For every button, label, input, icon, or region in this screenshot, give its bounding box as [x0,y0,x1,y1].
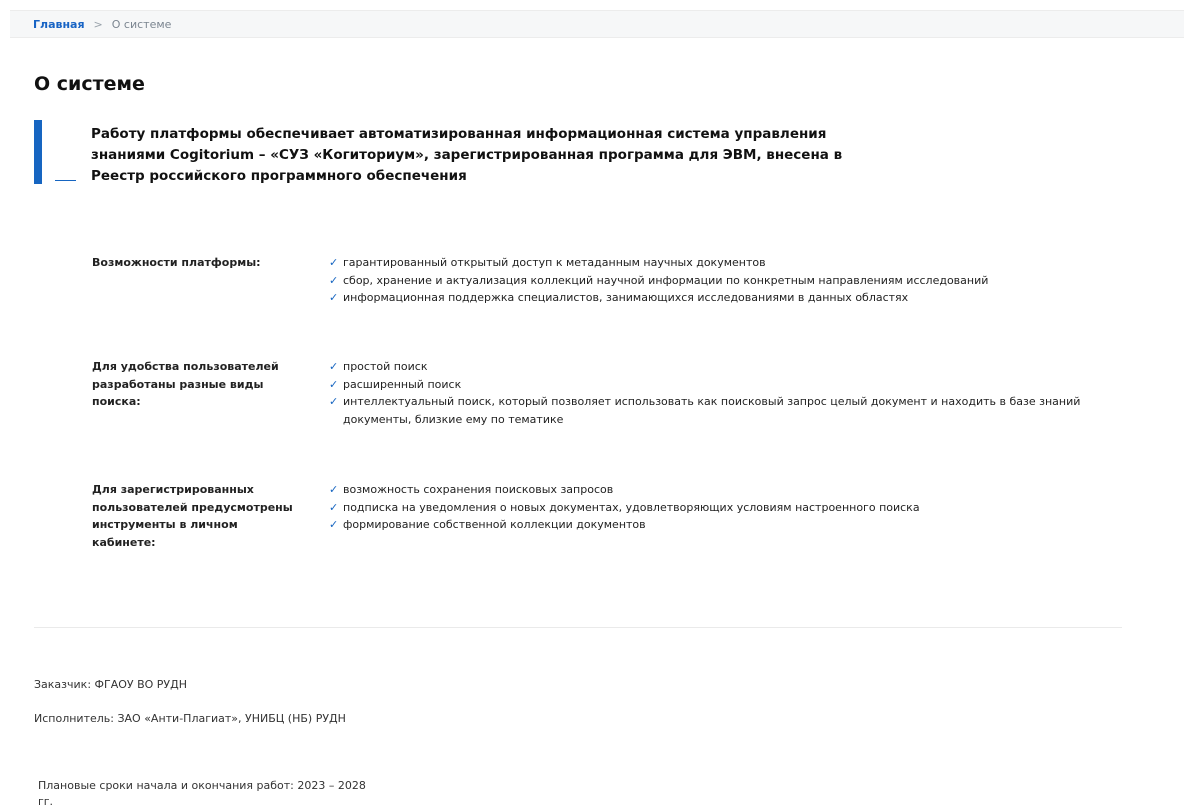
list-item-text: гарантированный открытый доступ к метада… [343,256,766,269]
lead-accent-bar [34,120,42,184]
list-item-text: расширенный поиск [343,377,462,391]
list-item: ✓ возможность сохранения поисковых запрос… [329,481,1119,499]
check-icon: ✓ [329,291,339,304]
list-item-text: интеллектуальный поиск, который позволяе… [343,395,1081,426]
check-icon: ✓ [329,483,339,496]
check-icon: ✓ [329,360,339,373]
list-item-text: возможность сохранения поисковых запросо… [343,483,614,496]
breadcrumb-current: О системе [111,17,172,31]
check-icon: ✓ [329,273,339,287]
list-item: ✓ информационная поддержка специалистов, … [329,289,1119,307]
registered-tools-list: ✓ возможность сохранения поисковых запрос… [329,481,1119,534]
list-item-text: сбор, хранение и актуализация коллекций … [343,273,989,287]
lead-text: Работу платформы обеспечивает автоматизи… [91,126,843,184]
list-item: ✓ интеллектуальный поиск, который позволя… [329,393,1119,428]
check-icon: ✓ [329,500,339,514]
search-types-list: ✓ простой поиск ✓ расширенный поиск ✓ интел… [329,358,1119,428]
feature-list: ✓ гарантированный открытый доступ к метад… [329,254,1119,307]
list-item: ✓ сбор, хранение и актуализация коллекций… [329,272,1119,290]
footer-customer: Заказчик: ФГАОУ ВО РУДН [34,678,187,691]
list-item: ✓ формирование собственной коллекции доку… [329,516,1119,534]
check-icon: ✓ [329,518,339,531]
check-icon: ✓ [329,256,339,269]
footer-contractor: Исполнитель: ЗАО «Анти-Плагиат», УНИБЦ (… [34,712,346,725]
footer-divider [34,627,1122,628]
check-icon: ✓ [329,395,339,408]
check-icon: ✓ [329,377,339,391]
footer-terms: Плановые сроки начала и окончания работ:… [38,779,366,808]
list-item: ✓ подписка на уведомления о новых докумен… [329,499,1119,517]
list-item-text: информационная поддержка специалистов, з… [343,291,909,304]
section-label: Для удобства пользователей разработаны р… [92,360,279,408]
page-title: О системе [34,73,145,95]
lead-accent-dash [55,180,76,181]
list-item: ✓ простой поиск [329,358,1119,376]
list-item-text: формирование собственной коллекции докум… [343,518,646,531]
breadcrumb: Главная > О системе [10,10,1184,38]
list-item: ✓ гарантированный открытый доступ к метад… [329,254,1119,272]
section-label: Возможности платформы: [92,256,261,269]
breadcrumb-separator: > [93,17,103,31]
list-item-text: подписка на уведомления о новых документ… [343,500,920,514]
list-item-text: простой поиск [343,360,428,373]
list-item: ✓ расширенный поиск [329,376,1119,394]
about-page: Главная > О системе О системе Работу пла… [0,0,1184,809]
section-label: Для зарегистрированных пользователей пре… [92,483,293,549]
breadcrumb-home-link[interactable]: Главная [33,18,85,31]
